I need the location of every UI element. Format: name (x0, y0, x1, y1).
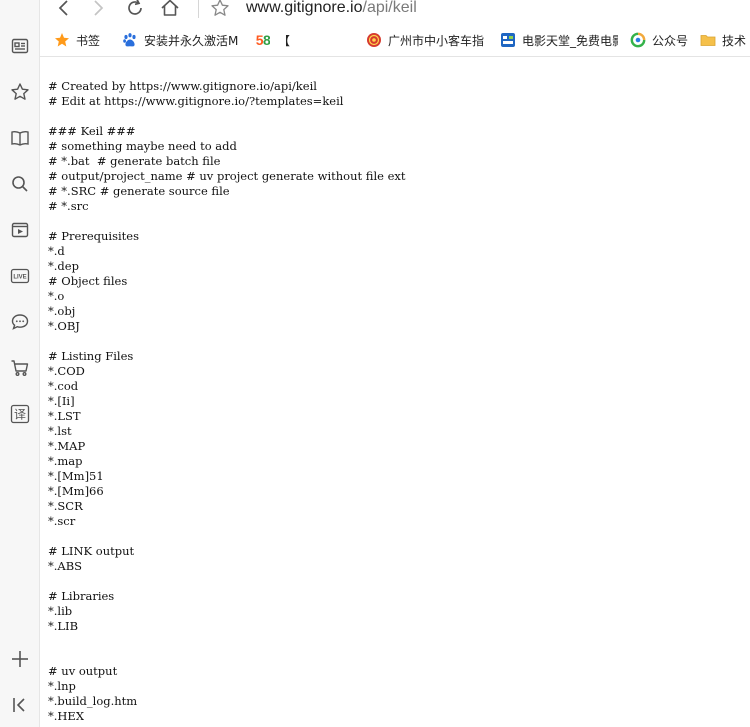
toolbar-separator (198, 0, 199, 18)
bookmark-item-official-account[interactable]: 公众号 (630, 31, 694, 49)
guangzhou-logo-icon (366, 32, 382, 48)
chat-icon[interactable] (8, 310, 32, 334)
bookmark-item-58[interactable]: 58 【 】 (254, 31, 360, 49)
wechat-logo-icon (630, 32, 646, 48)
translate-icon[interactable]: 译 (8, 402, 32, 426)
gitignore-text: # Created by https://www.gitignore.io/ap… (48, 79, 406, 723)
favorites-star-icon[interactable] (8, 80, 32, 104)
bookmark-folder-tech[interactable]: 技术 (700, 31, 750, 49)
bookmark-label: 书签 (76, 33, 101, 48)
bookmark-item-install-activate[interactable]: 安装并永久激活M (122, 31, 242, 49)
bookmark-label: 电影天堂_免费电影 (522, 33, 618, 48)
bookmark-item-movie-heaven[interactable]: 电影天堂_免费电影 (500, 31, 618, 49)
video-icon[interactable] (8, 218, 32, 242)
bookmarks-bar: 书签 安装并永久激活M 58 【 】 (40, 24, 750, 57)
58-badge: 58 (256, 32, 271, 48)
58-logo-icon: 58 (254, 32, 272, 48)
book-icon[interactable] (8, 126, 32, 150)
browser-toolbar: www.gitignore.io/api/keil (40, 0, 750, 24)
bookmark-label: 【 】 (278, 33, 360, 48)
svg-text:译: 译 (14, 408, 26, 422)
bookmark-label: 广州市中小客车指 (388, 33, 485, 48)
address-bar[interactable]: www.gitignore.io/api/keil (246, 0, 417, 18)
bookmark-label: 公众号 (652, 33, 689, 48)
star-icon (54, 32, 70, 48)
bookmark-label: 安装并永久激活M (144, 33, 239, 48)
search-icon[interactable] (8, 172, 32, 196)
bookmark-star-icon[interactable] (208, 0, 232, 20)
url-host: www.gitignore.io (246, 0, 363, 16)
forward-button[interactable] (86, 0, 110, 20)
home-button[interactable] (158, 0, 182, 20)
back-button[interactable] (52, 0, 76, 20)
58-badge-text: 58 (255, 32, 271, 48)
left-sidebar: LIVE 译 (0, 0, 40, 727)
bookmark-item-bookmarks[interactable]: 书签 (54, 31, 114, 49)
page-content: # Created by https://www.gitignore.io/ap… (40, 58, 750, 727)
url-path: /api/keil (362, 0, 417, 16)
baidu-paw-icon (122, 32, 138, 48)
bookmark-item-guangzhou[interactable]: 广州市中小客车指 (366, 31, 490, 49)
reader-icon[interactable] (8, 34, 32, 58)
refresh-button[interactable] (123, 0, 147, 20)
movie-logo-icon (500, 32, 516, 48)
live-icon[interactable]: LIVE (8, 264, 32, 288)
cart-icon[interactable] (8, 356, 32, 380)
folder-icon (700, 32, 716, 48)
bookmark-label: 技术 (722, 33, 747, 48)
svg-text:LIVE: LIVE (13, 275, 26, 281)
collapse-sidebar-icon[interactable] (8, 693, 32, 717)
plus-icon[interactable] (8, 647, 32, 671)
